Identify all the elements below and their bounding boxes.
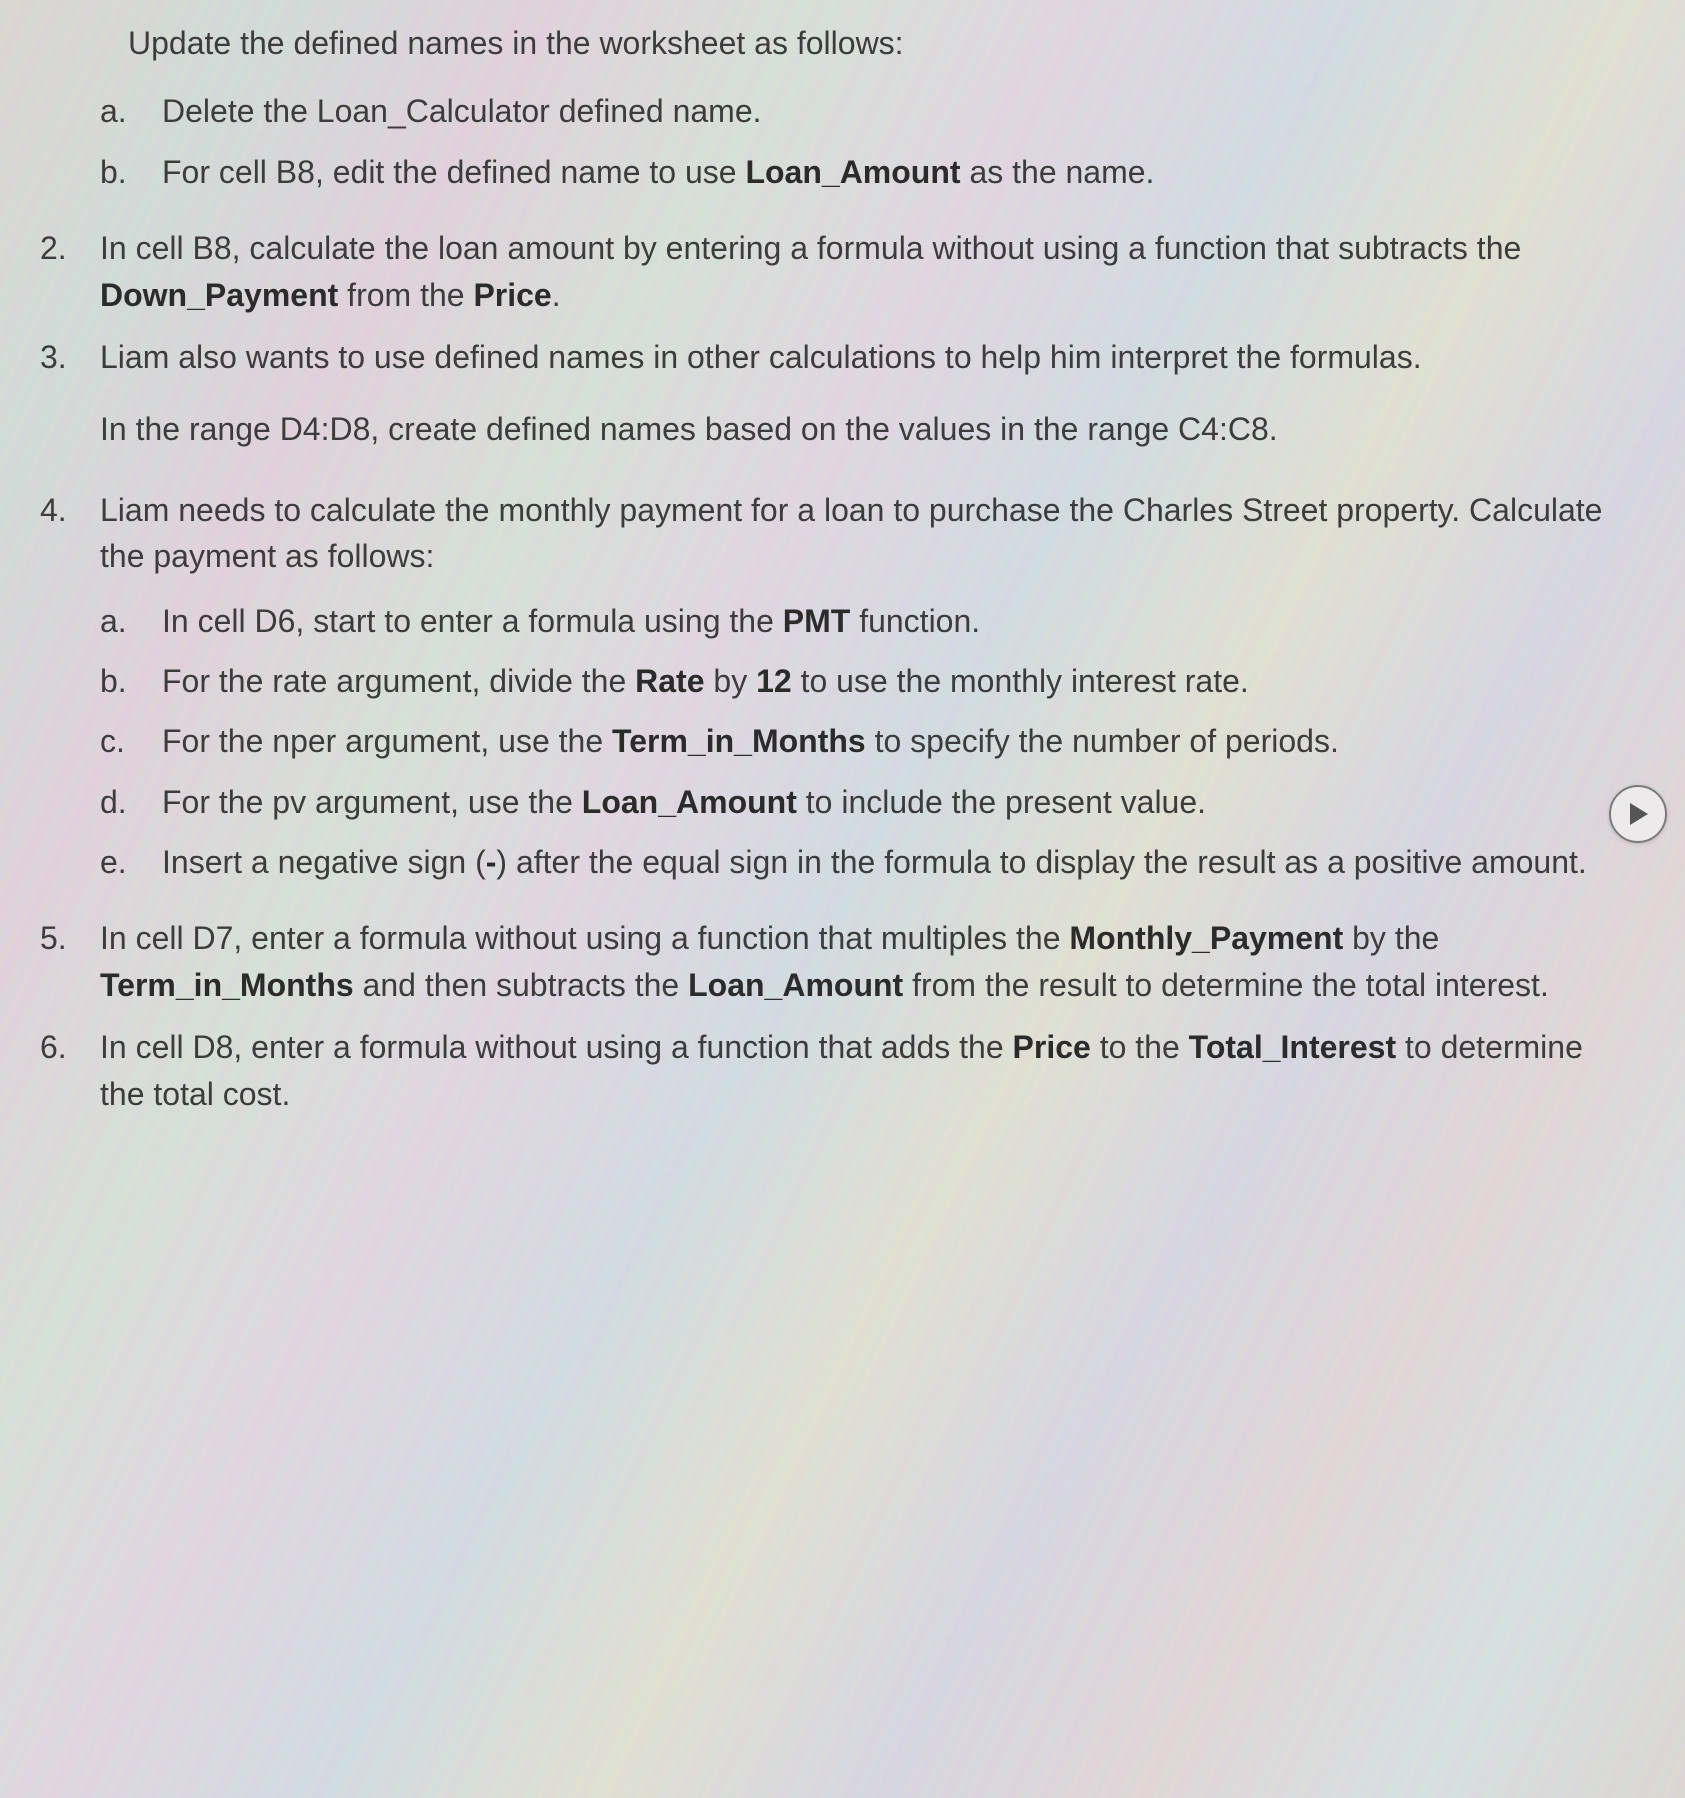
item-body: In cell B8, calculate the loan amount by… xyxy=(100,225,1625,318)
sub-letter: b. xyxy=(100,658,162,704)
sub-text: For the pv argument, use the Loan_Amount… xyxy=(162,779,1625,825)
item-1-sublist-only: a. Delete the Loan_Calculator defined na… xyxy=(40,82,1625,209)
item-number: 4. xyxy=(40,487,100,533)
item-number: 2. xyxy=(40,225,100,271)
item-1-sublist: a. Delete the Loan_Calculator defined na… xyxy=(100,88,1625,195)
sub-4a: a. In cell D6, start to enter a formula … xyxy=(100,598,1625,644)
item-number: 5. xyxy=(40,915,100,961)
item-body: In cell D7, enter a formula without usin… xyxy=(100,915,1625,1008)
sub-4e: e. Insert a negative sign (-) after the … xyxy=(100,839,1625,885)
play-button[interactable] xyxy=(1609,785,1667,843)
item-number: 6. xyxy=(40,1024,100,1070)
sub-letter: a. xyxy=(100,598,162,644)
sub-1b: b. For cell B8, edit the defined name to… xyxy=(100,149,1625,195)
play-icon xyxy=(1628,803,1648,825)
item-3: 3. Liam also wants to use defined names … xyxy=(40,334,1625,471)
sub-text: Delete the Loan_Calculator defined name. xyxy=(162,88,1625,134)
sub-4c: c. For the nper argument, use the Term_i… xyxy=(100,718,1625,764)
sub-letter: c. xyxy=(100,718,162,764)
sub-letter: a. xyxy=(100,88,162,134)
item-3-p2: In the range D4:D8, create defined names… xyxy=(100,406,1625,452)
sub-text: In cell D6, start to enter a formula usi… xyxy=(162,598,1625,644)
item-body: Liam also wants to use defined names in … xyxy=(100,334,1625,471)
intro-text: Update the defined names in the workshee… xyxy=(128,20,1568,66)
item-3-p1: Liam also wants to use defined names in … xyxy=(100,334,1625,380)
sub-letter: d. xyxy=(100,779,162,825)
item-2: 2. In cell B8, calculate the loan amount… xyxy=(40,225,1625,318)
item-number: 3. xyxy=(40,334,100,380)
sub-text: For cell B8, edit the defined name to us… xyxy=(162,149,1625,195)
main-list: a. Delete the Loan_Calculator defined na… xyxy=(40,82,1625,1117)
item-6: 6. In cell D8, enter a formula without u… xyxy=(40,1024,1625,1117)
instructions-page: Update the defined names in the workshee… xyxy=(0,0,1685,1798)
item-body: In cell D8, enter a formula without usin… xyxy=(100,1024,1625,1117)
sub-text: Insert a negative sign (-) after the equ… xyxy=(162,839,1625,885)
sub-1a: a. Delete the Loan_Calculator defined na… xyxy=(100,88,1625,134)
sub-text: For the nper argument, use the Term_in_M… xyxy=(162,718,1625,764)
sub-letter: e. xyxy=(100,839,162,885)
item-4: 4. Liam needs to calculate the monthly p… xyxy=(40,487,1625,900)
sub-letter: b. xyxy=(100,149,162,195)
sub-text: For the rate argument, divide the Rate b… xyxy=(162,658,1625,704)
item-body: Liam needs to calculate the monthly paym… xyxy=(100,487,1625,900)
item-4-lead: Liam needs to calculate the monthly paym… xyxy=(100,487,1625,580)
sub-4b: b. For the rate argument, divide the Rat… xyxy=(100,658,1625,704)
sub-4d: d. For the pv argument, use the Loan_Amo… xyxy=(100,779,1625,825)
item-5: 5. In cell D7, enter a formula without u… xyxy=(40,915,1625,1008)
item-4-sublist: a. In cell D6, start to enter a formula … xyxy=(100,598,1625,886)
